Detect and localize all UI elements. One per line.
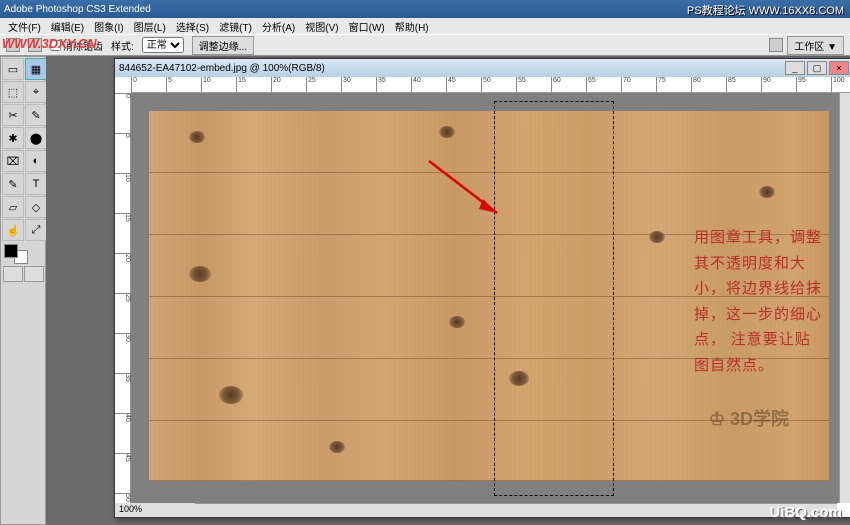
menu-analysis[interactable]: 分析(A) bbox=[258, 19, 299, 34]
history-brush-tool[interactable]: ◐ bbox=[25, 150, 47, 172]
toolbox: ▭ ▦ ⬚ ⌖ ✂ ✎ ✱ ⬤ ⌧ ◐ ✎ T ▱ ◇ ☝ ⤢ bbox=[0, 56, 46, 525]
status-zoom[interactable]: 100% bbox=[115, 503, 195, 517]
eyedropper-tool[interactable]: ✎ bbox=[25, 104, 47, 126]
crop-tool[interactable]: ✂ bbox=[2, 104, 24, 126]
lasso-tool[interactable]: ⬚ bbox=[2, 81, 24, 103]
canvas-viewport[interactable]: 用图章工具，调整其不透明度和大小，将边界线给抹掉，这一步的细心点， 注意要让贴图… bbox=[131, 93, 850, 503]
document-titlebar[interactable]: 844652-EA47102-embed.jpg @ 100%(RGB/8) _… bbox=[115, 59, 850, 77]
menu-view[interactable]: 视图(V) bbox=[301, 19, 342, 34]
options-bar: 消除锯齿 样式: 正常 调整边缘... 工作区 ▼ bbox=[0, 34, 850, 56]
menu-file[interactable]: 文件(F) bbox=[4, 19, 45, 34]
close-button[interactable]: × bbox=[829, 61, 849, 75]
menu-filter[interactable]: 滤镜(T) bbox=[215, 19, 256, 34]
workspace-dropdown[interactable]: 工作区 ▼ bbox=[787, 36, 844, 55]
menu-select[interactable]: 选择(S) bbox=[172, 19, 213, 34]
menu-window[interactable]: 窗口(W) bbox=[345, 19, 389, 34]
work-area: 844652-EA47102-embed.jpg @ 100%(RGB/8) _… bbox=[46, 56, 850, 525]
ruler-horizontal: 0510152025303540455055606570758085909510… bbox=[131, 77, 850, 93]
stamp-tool[interactable]: ⌧ bbox=[2, 150, 24, 172]
quickmask-mask[interactable] bbox=[24, 266, 44, 282]
minimize-button[interactable]: _ bbox=[785, 61, 805, 75]
menu-help[interactable]: 帮助(H) bbox=[391, 19, 433, 34]
ruler-vertical: 05101520253035404550 bbox=[115, 93, 131, 503]
menu-image[interactable]: 图象(I) bbox=[90, 19, 127, 34]
eraser-tool[interactable]: ✎ bbox=[2, 173, 24, 195]
marquee-tool[interactable]: ▦ bbox=[25, 58, 47, 80]
color-swatches[interactable] bbox=[2, 242, 47, 264]
style-select[interactable]: 正常 bbox=[142, 37, 184, 53]
menu-layer[interactable]: 图层(L) bbox=[130, 19, 170, 34]
type-tool[interactable]: T bbox=[25, 173, 47, 195]
app-title: Adobe Photoshop CS3 Extended bbox=[4, 4, 151, 15]
brush-tool[interactable]: ⬤ bbox=[25, 127, 47, 149]
foreground-color[interactable] bbox=[4, 244, 18, 258]
heal-tool[interactable]: ✱ bbox=[2, 127, 24, 149]
watermark-top-left: WWW.3DXY.CN bbox=[2, 36, 97, 51]
hand-tool[interactable]: ☝ bbox=[2, 219, 24, 241]
annotation-text: 用图章工具，调整其不透明度和大小，将边界线给抹掉，这一步的细心点， 注意要让贴图… bbox=[694, 226, 824, 379]
scrollbar-horizontal[interactable] bbox=[131, 503, 837, 517]
watermark-bottom-right: UiBQ.com bbox=[769, 504, 842, 521]
menu-edit[interactable]: 编辑(E) bbox=[47, 19, 88, 34]
canvas[interactable]: 用图章工具，调整其不透明度和大小，将边界线给抹掉，这一步的细心点， 注意要让贴图… bbox=[149, 111, 829, 481]
pen-tool[interactable]: ▱ bbox=[2, 196, 24, 218]
move-tool[interactable]: ▭ bbox=[2, 58, 24, 80]
style-label: 样式: bbox=[111, 38, 134, 53]
menu-bar: 文件(F) 编辑(E) 图象(I) 图层(L) 选择(S) 滤镜(T) 分析(A… bbox=[0, 18, 850, 34]
workspace-icon[interactable] bbox=[769, 38, 783, 52]
watermark-top-right: PS教程论坛 WWW.16XX8.COM bbox=[687, 2, 844, 18]
maximize-button[interactable]: ▢ bbox=[807, 61, 827, 75]
zoom-tool[interactable]: ⤢ bbox=[25, 219, 47, 241]
document-title: 844652-EA47102-embed.jpg @ 100%(RGB/8) bbox=[119, 63, 325, 74]
shape-tool[interactable]: ◇ bbox=[25, 196, 47, 218]
quickmask-standard[interactable] bbox=[3, 266, 23, 282]
document-window: 844652-EA47102-embed.jpg @ 100%(RGB/8) _… bbox=[114, 58, 850, 518]
annotation-arrow-icon bbox=[419, 151, 519, 231]
refine-edge-button[interactable]: 调整边缘... bbox=[192, 36, 254, 55]
scrollbar-vertical[interactable] bbox=[839, 93, 850, 503]
wand-tool[interactable]: ⌖ bbox=[25, 81, 47, 103]
watermark-canvas-logo: ♔ 3D学院 bbox=[709, 405, 789, 431]
